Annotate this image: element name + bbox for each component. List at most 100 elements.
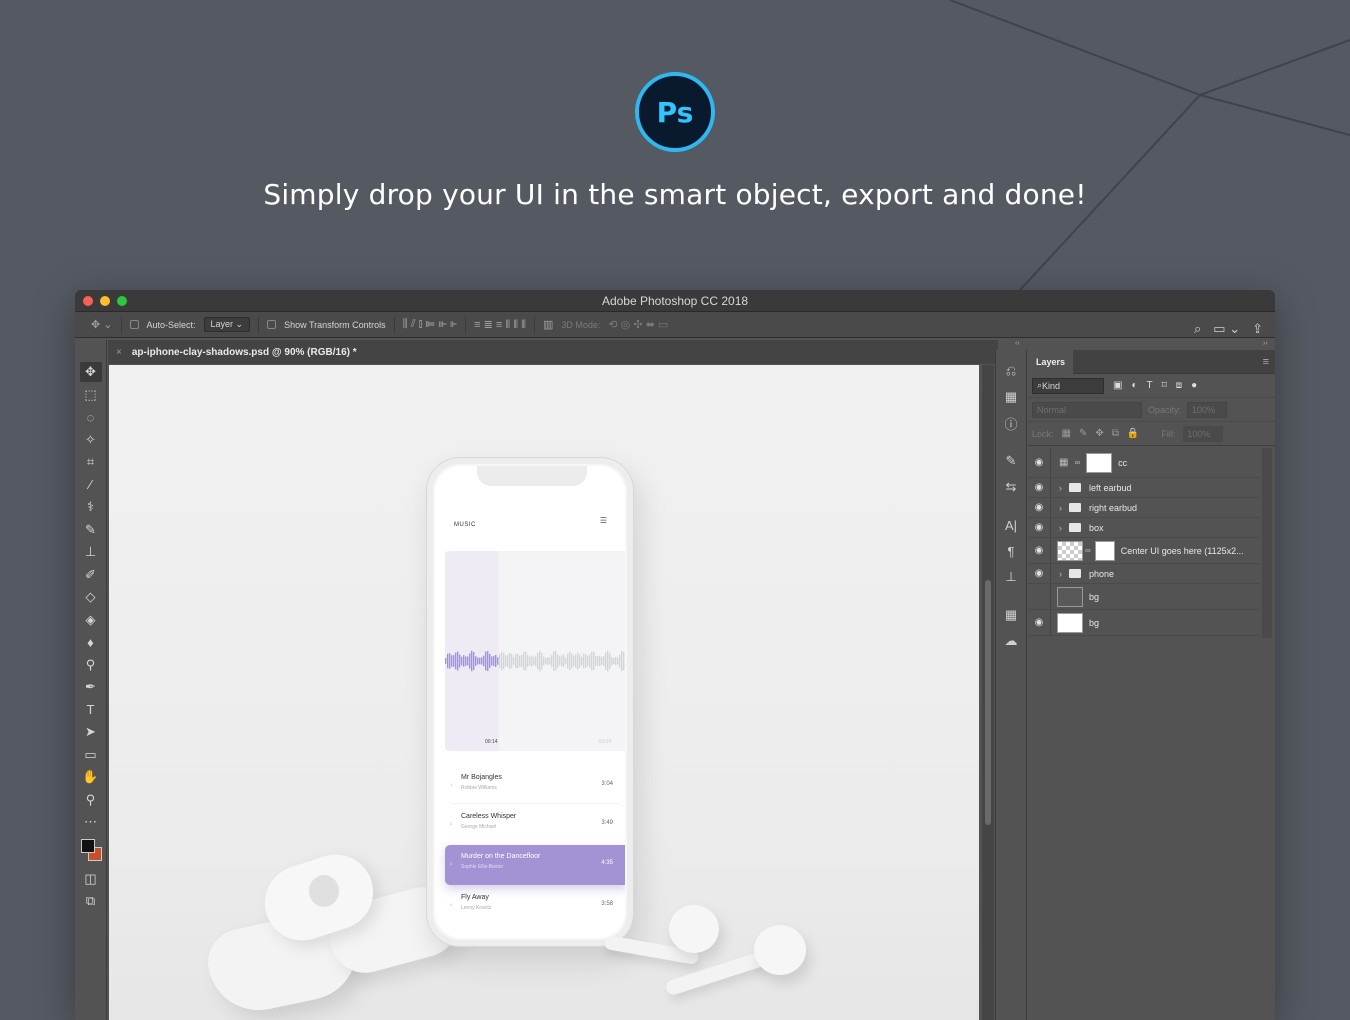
visibility-eye-icon[interactable]: ◉ xyxy=(1028,482,1050,493)
visibility-eye-icon[interactable]: ◉ xyxy=(1028,457,1050,468)
layer-row[interactable]: ◉ › right earbud xyxy=(1028,498,1260,518)
hand-tool-icon[interactable]: ✋ xyxy=(80,767,102,787)
zoom-tool-icon[interactable]: ⚲ xyxy=(80,790,102,810)
dodge-tool-icon[interactable]: ⚲ xyxy=(80,655,102,675)
filter-type-icon[interactable]: T xyxy=(1147,380,1153,391)
layer-row[interactable]: ◉ › left earbud xyxy=(1028,478,1260,498)
transform-controls-checkbox[interactable] xyxy=(267,320,277,329)
search-icon[interactable]: ⌕ xyxy=(1194,321,1201,337)
clone-source-icon[interactable]: ⊥ xyxy=(1000,566,1022,588)
layer-row[interactable]: ◉ › box xyxy=(1028,518,1260,538)
distribute-icons[interactable]: ≡ ≣ ≡ ⦀ ⦀ ⦀ xyxy=(474,318,526,332)
lock-all-icon[interactable]: 🔒 xyxy=(1127,428,1139,439)
lasso-tool-icon[interactable]: ◌ xyxy=(80,407,102,427)
workspace-icon[interactable]: ▭ ⌄ xyxy=(1213,321,1240,337)
history-brush-icon[interactable]: ✐ xyxy=(80,565,102,585)
layer-row[interactable]: ◉ bg xyxy=(1028,584,1260,610)
paint-bucket-icon[interactable]: ◈ xyxy=(80,610,102,630)
layers-scrollbar[interactable] xyxy=(1262,448,1272,638)
magic-wand-icon[interactable]: ✧ xyxy=(80,430,102,450)
visibility-eye-icon[interactable]: ◉ xyxy=(1028,522,1050,533)
expand-arrow-icon[interactable]: › xyxy=(1059,569,1069,579)
lock-paint-icon[interactable]: ✎ xyxy=(1079,428,1087,439)
3d-controls-icons[interactable]: ⟲ ◎ ✣ ⬌ ▭ xyxy=(608,318,668,331)
opacity-field[interactable]: 100% xyxy=(1187,401,1228,418)
filter-pixel-icon[interactable]: ▣ xyxy=(1113,380,1122,391)
panel-menu-icon[interactable]: ≡ xyxy=(1263,356,1269,368)
track-artist: Lenny Kravitz xyxy=(461,905,492,911)
layer-row[interactable]: ◉ ∞ Center UI goes here (1125x2... xyxy=(1028,538,1260,564)
canvas[interactable]: MUSIC ☰ 00:14 03:04 1 Mr Bojangles Robbi… xyxy=(109,365,979,1020)
expand-arrow-icon[interactable]: › xyxy=(1059,483,1069,493)
layer-row[interactable]: ◉ ▦ ∞ cc xyxy=(1028,448,1260,478)
align-icons[interactable]: ⫼ ⫽ ⫾ ⊫ ⊪ ⊩ xyxy=(403,318,457,331)
foreground-color-swatch[interactable] xyxy=(80,838,95,853)
waveform-bar xyxy=(597,656,599,666)
rectangle-tool-icon[interactable]: ▭ xyxy=(80,745,102,765)
visibility-eye-icon[interactable]: ◉ xyxy=(1028,568,1050,579)
expand-icon[interactable]: ›› xyxy=(1263,340,1268,348)
visibility-eye-icon[interactable]: ◉ xyxy=(1028,617,1050,628)
collapse-icon[interactable]: ‹‹ xyxy=(1015,340,1020,348)
move-tool-icon[interactable]: ✥ ⌄ xyxy=(91,318,113,331)
crop-tool-icon[interactable]: ⌗ xyxy=(80,452,102,472)
properties-icon[interactable]: ▦ xyxy=(1000,386,1022,408)
waveform-bar xyxy=(585,654,587,668)
share-icon[interactable]: ⇪ xyxy=(1252,321,1263,337)
tab-layers[interactable]: Layers xyxy=(1028,349,1074,374)
lock-position-icon[interactable]: ✥ xyxy=(1095,428,1103,439)
paragraph-icon[interactable]: ¶ xyxy=(1000,540,1022,562)
lock-artboard-icon[interactable]: ⧉ xyxy=(1112,428,1119,439)
history-icon[interactable]: ⎌ xyxy=(1000,360,1022,382)
screen-mode-icon[interactable]: ⧉ xyxy=(80,891,102,911)
filter-toggle-icon[interactable]: ● xyxy=(1191,380,1197,391)
eraser-icon[interactable]: ◇ xyxy=(80,587,102,607)
filter-shape-icon[interactable]: ⌑ xyxy=(1162,380,1167,391)
lock-pixels-icon[interactable]: ▦ xyxy=(1062,428,1071,439)
filter-kind-dropdown[interactable]: ⌕ Kind xyxy=(1032,377,1104,394)
transform-controls-label: Show Transform Controls xyxy=(284,319,386,330)
creative-cloud-icon[interactable]: ☁ xyxy=(1000,630,1022,652)
expand-arrow-icon[interactable]: › xyxy=(1059,503,1069,513)
character-icon[interactable]: A| xyxy=(1000,514,1022,536)
move-tool-icon[interactable]: ✥ xyxy=(79,362,102,382)
layers-panel: Layers ≡ ⌕ Kind ▣ ◐ T ⌑ ⧈ ● Normal Opaci… xyxy=(1028,349,1275,1020)
fill-field[interactable]: 100% xyxy=(1183,425,1224,442)
type-tool-icon[interactable]: T xyxy=(80,700,102,720)
close-icon[interactable]: × xyxy=(116,347,122,358)
visibility-eye-icon[interactable]: ◉ xyxy=(1028,591,1050,602)
waveform-bar xyxy=(445,658,447,664)
auto-select-dropdown[interactable]: Layer ⌄ xyxy=(203,317,251,332)
document-tab[interactable]: × ap-iphone-clay-shadows.psd @ 90% (RGB/… xyxy=(108,340,998,364)
info-icon[interactable]: ⓘ xyxy=(1000,412,1022,434)
pen-tool-icon[interactable]: ✒ xyxy=(80,677,102,697)
layer-row[interactable]: ◉ › phone xyxy=(1028,564,1260,584)
canvas-scrollbar[interactable] xyxy=(982,365,994,1020)
expand-arrow-icon[interactable]: › xyxy=(1059,523,1069,533)
waveform-bar xyxy=(519,655,521,667)
marquee-tool-icon[interactable]: ⬚ xyxy=(80,385,102,405)
auto-align-icon[interactable]: ▥ xyxy=(543,318,553,331)
filter-smart-icon[interactable]: ⧈ xyxy=(1176,380,1182,391)
visibility-eye-icon[interactable]: ◉ xyxy=(1028,545,1050,556)
healing-brush-icon[interactable]: ⚕ xyxy=(80,497,102,517)
visibility-eye-icon[interactable]: ◉ xyxy=(1028,502,1050,513)
waveform-bar xyxy=(531,655,533,667)
more-tools-icon[interactable]: ⋯ xyxy=(80,812,102,832)
filter-adjustment-icon[interactable]: ◐ xyxy=(1131,380,1137,391)
brush-presets-icon[interactable]: ✎ xyxy=(1000,450,1022,472)
quick-mask-icon[interactable]: ◫ xyxy=(80,869,102,889)
track-duration: 3:04 xyxy=(601,781,613,787)
blend-mode-dropdown[interactable]: Normal xyxy=(1032,401,1142,418)
brush-tool-icon[interactable]: ✎ xyxy=(80,520,102,540)
auto-select-checkbox[interactable] xyxy=(129,320,139,329)
waveform-bar xyxy=(619,654,621,668)
adjustments-icon[interactable]: ⇆ xyxy=(1000,476,1022,498)
blur-tool-icon[interactable]: ♦ xyxy=(80,632,102,652)
waveform-bar xyxy=(509,652,511,670)
stamp-tool-icon[interactable]: ⊥ xyxy=(80,542,102,562)
eyedropper-icon[interactable]: ⁄ xyxy=(80,475,102,495)
layer-row[interactable]: ◉ bg xyxy=(1028,610,1260,636)
swatches-icon[interactable]: ▦ xyxy=(1000,604,1022,626)
path-select-icon[interactable]: ➤ xyxy=(80,722,102,742)
